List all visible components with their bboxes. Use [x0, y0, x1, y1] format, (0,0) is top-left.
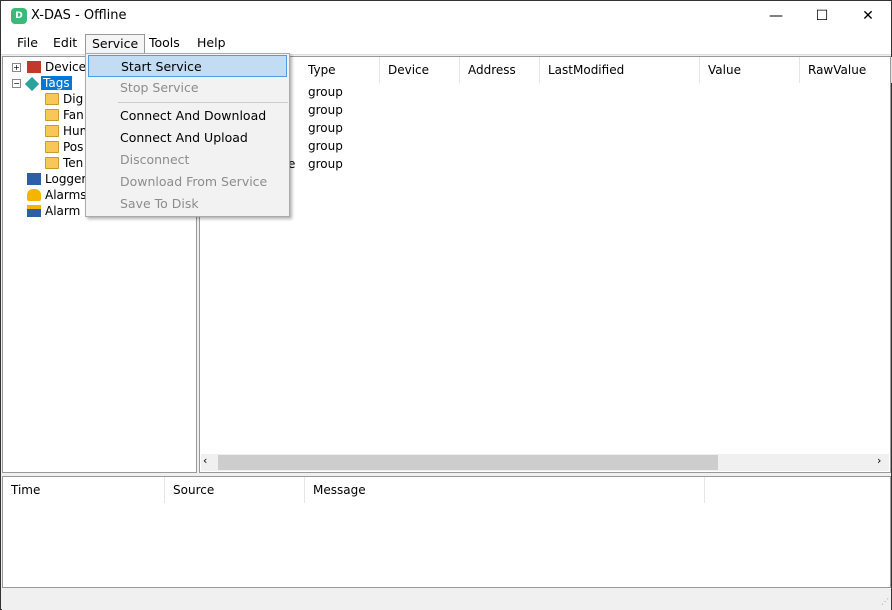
- tree-label: Fan: [63, 108, 84, 122]
- menu-item-save-to-disk: Save To Disk: [120, 196, 199, 211]
- expand-icon[interactable]: +: [12, 63, 21, 72]
- tree-label: Ten: [63, 156, 84, 170]
- devices-icon: [27, 61, 41, 73]
- window-title: X-DAS - Offline: [31, 8, 127, 23]
- folder-icon: [45, 109, 59, 121]
- menu-item-connect-and-upload[interactable]: Connect And Upload: [88, 127, 287, 149]
- close-button[interactable]: ✕: [845, 1, 891, 31]
- minimize-button[interactable]: —: [753, 1, 799, 31]
- cell-type: group: [308, 103, 343, 117]
- menu-item-connect-and-download[interactable]: Connect And Download: [88, 105, 287, 127]
- menu-bar: File Edit Service Tools Help: [1, 31, 891, 55]
- folder-icon: [45, 93, 59, 105]
- tree-node-folder[interactable]: Pos: [45, 139, 83, 155]
- scroll-left-icon[interactable]: ‹: [203, 454, 207, 467]
- tree-node-tags[interactable]: Tags: [24, 75, 72, 92]
- menu-file[interactable]: File: [11, 34, 44, 54]
- maximize-button[interactable]: ☐: [799, 1, 845, 31]
- cell-type: group: [308, 85, 343, 99]
- alarm-log-icon: [27, 205, 41, 217]
- tag-list[interactable]: Type Device Address LastModified Value R…: [199, 56, 892, 473]
- column-header-device[interactable]: Device: [380, 57, 460, 83]
- tree-label: Dig: [63, 92, 84, 106]
- column-header-message[interactable]: Message: [305, 477, 705, 503]
- tree-node-folder[interactable]: Fan: [45, 107, 84, 123]
- service-dropdown-menu: Start Service Stop Service Connect And D…: [85, 53, 290, 217]
- tree-node-alarm-log[interactable]: Alarm L: [27, 203, 91, 219]
- menu-item-disconnect: Disconnect: [120, 152, 190, 167]
- cell-type: group: [308, 121, 343, 135]
- tree-label: Pos: [63, 140, 84, 154]
- tree-label: Tags: [41, 76, 72, 90]
- tag-icon: [24, 76, 40, 92]
- tree-label: Alarms: [45, 188, 87, 202]
- tree-label: Logger: [45, 172, 87, 186]
- folder-icon: [45, 141, 59, 153]
- menu-item-download-from-service: Download From Service: [120, 174, 268, 189]
- status-bar: ⋰: [2, 589, 891, 610]
- cell-type: group: [308, 157, 343, 171]
- column-header-value[interactable]: Value: [700, 57, 800, 83]
- column-header-lastmodified[interactable]: LastModified: [540, 57, 700, 83]
- menu-service[interactable]: Service: [85, 34, 146, 54]
- x-das-app-icon: D: [11, 8, 27, 24]
- folder-icon: [45, 157, 59, 169]
- column-header-rawvalue[interactable]: RawValue: [800, 57, 892, 83]
- tree-node-folder[interactable]: Ten: [45, 155, 83, 171]
- menu-edit[interactable]: Edit: [47, 34, 83, 54]
- logger-icon: [27, 173, 41, 185]
- column-header-time[interactable]: Time: [3, 477, 165, 503]
- column-header-type[interactable]: Type: [300, 57, 380, 83]
- menu-separator: [118, 102, 288, 103]
- tree-node-folder[interactable]: Dig: [45, 91, 83, 107]
- column-header-source[interactable]: Source: [165, 477, 305, 503]
- tree-node-devices[interactable]: Devices: [27, 59, 92, 75]
- log-panel[interactable]: Time Source Message: [2, 476, 891, 588]
- menu-item-stop-service: Stop Service: [120, 80, 199, 95]
- scroll-right-icon[interactable]: ›: [877, 454, 881, 467]
- tree-node-alarms[interactable]: Alarms: [27, 187, 87, 203]
- folder-icon: [45, 125, 59, 137]
- cell-type: group: [308, 139, 343, 153]
- bell-icon: [27, 189, 41, 201]
- column-header-address[interactable]: Address: [460, 57, 540, 83]
- scrollbar-thumb[interactable]: [218, 455, 718, 470]
- menu-tools[interactable]: Tools: [143, 34, 186, 54]
- tree-label: Alarm L: [45, 204, 91, 218]
- title-bar: D X-DAS - Offline — ☐ ✕: [1, 1, 891, 31]
- tree-node-logger[interactable]: Logger: [27, 171, 86, 187]
- collapse-icon[interactable]: −: [12, 79, 21, 88]
- app-window: D X-DAS - Offline — ☐ ✕ File Edit Servic…: [0, 0, 892, 610]
- horizontal-scrollbar[interactable]: ‹ ›: [201, 454, 889, 471]
- resize-grip-icon[interactable]: ⋰: [881, 597, 889, 606]
- menu-item-start-service[interactable]: Start Service: [88, 55, 287, 77]
- menu-help[interactable]: Help: [191, 34, 232, 54]
